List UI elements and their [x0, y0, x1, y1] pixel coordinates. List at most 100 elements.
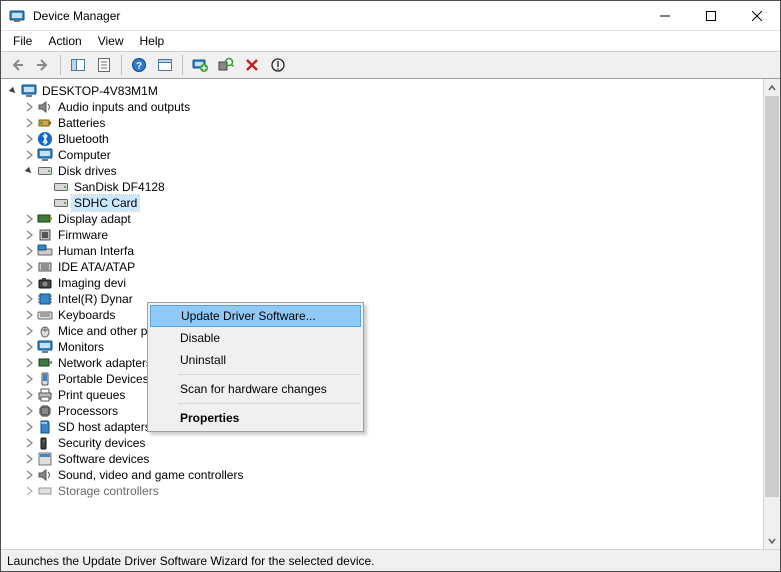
- expander-closed-icon[interactable]: [21, 403, 37, 419]
- tree-item-intel-dynamic[interactable]: Intel(R) Dynar: [5, 291, 763, 307]
- vertical-scrollbar[interactable]: [763, 79, 780, 549]
- tree-item-computer[interactable]: Computer: [5, 147, 763, 163]
- device-tree[interactable]: DESKTOP-4V83M1M Audio inputs and outputs: [1, 79, 763, 549]
- tree-item-label: SD host adapters: [56, 419, 153, 435]
- context-menu-disable[interactable]: Disable: [150, 327, 361, 349]
- expander-closed-icon[interactable]: [21, 211, 37, 227]
- keyboard-icon: [37, 307, 53, 323]
- tree-item-processors[interactable]: Processors: [5, 403, 763, 419]
- expander-open-icon[interactable]: [5, 83, 21, 99]
- tree-item-label: Sound, video and game controllers: [56, 467, 245, 483]
- tree-item-bluetooth[interactable]: Bluetooth: [5, 131, 763, 147]
- expander-open-icon[interactable]: [21, 163, 37, 179]
- tree-item-print-queues[interactable]: Print queues: [5, 387, 763, 403]
- tree-root[interactable]: DESKTOP-4V83M1M: [5, 83, 763, 99]
- computer-icon: [37, 147, 53, 163]
- expander-closed-icon[interactable]: [21, 467, 37, 483]
- help-button[interactable]: ?: [127, 53, 151, 77]
- tree-item-imaging[interactable]: Imaging devi: [5, 275, 763, 291]
- minimize-button[interactable]: [642, 1, 688, 30]
- tree-item-keyboards[interactable]: Keyboards: [5, 307, 763, 323]
- menu-view[interactable]: View: [90, 32, 132, 50]
- computer-icon: [21, 83, 37, 99]
- update-driver-button[interactable]: [188, 53, 212, 77]
- expander-closed-icon[interactable]: [21, 483, 37, 499]
- tree-item-label: Bluetooth: [56, 131, 111, 147]
- tree-item-batteries[interactable]: Batteries: [5, 115, 763, 131]
- context-menu-separator: [178, 403, 360, 404]
- expander-closed-icon[interactable]: [21, 259, 37, 275]
- tree-item-sandisk[interactable]: SanDisk DF4128: [5, 179, 763, 195]
- camera-icon: [37, 275, 53, 291]
- scrollbar-thumb[interactable]: [765, 96, 779, 497]
- expander-closed-icon[interactable]: [21, 387, 37, 403]
- context-menu-item-label: Uninstall: [180, 353, 226, 367]
- tree-item-ide[interactable]: IDE ATA/ATAP: [5, 259, 763, 275]
- expander-closed-icon[interactable]: [21, 435, 37, 451]
- expander-closed-icon[interactable]: [21, 339, 37, 355]
- tree-item-mice[interactable]: Mice and other pointing devices: [5, 323, 763, 339]
- tree-item-label: Intel(R) Dynar: [56, 291, 135, 307]
- tree-item-security[interactable]: Security devices: [5, 435, 763, 451]
- menu-help[interactable]: Help: [132, 32, 173, 50]
- tree-item-firmware[interactable]: Firmware: [5, 227, 763, 243]
- network-icon: [37, 355, 53, 371]
- context-menu-properties[interactable]: Properties: [150, 407, 361, 429]
- disk-drive-icon: [53, 195, 69, 211]
- tree-item-sd-host[interactable]: SD host adapters: [5, 419, 763, 435]
- close-button[interactable]: [734, 1, 780, 30]
- expander-closed-icon[interactable]: [21, 275, 37, 291]
- show-hidden-devices-button[interactable]: [153, 53, 177, 77]
- context-menu-item-label: Properties: [180, 411, 239, 425]
- back-button[interactable]: [5, 53, 29, 77]
- scroll-down-button[interactable]: [764, 532, 780, 549]
- content-area: DESKTOP-4V83M1M Audio inputs and outputs: [1, 79, 780, 549]
- expander-closed-icon[interactable]: [21, 227, 37, 243]
- expander-closed-icon[interactable]: [21, 115, 37, 131]
- toolbar: ?: [1, 51, 780, 79]
- tree-item-label: Print queues: [56, 387, 127, 403]
- context-menu-scan[interactable]: Scan for hardware changes: [150, 378, 361, 400]
- tree-item-display-adapters[interactable]: Display adapt: [5, 211, 763, 227]
- tree-item-software-devices[interactable]: Software devices: [5, 451, 763, 467]
- scan-hardware-button[interactable]: [214, 53, 238, 77]
- expander-closed-icon[interactable]: [21, 323, 37, 339]
- uninstall-button[interactable]: [240, 53, 264, 77]
- tree-item-storage-controllers[interactable]: Storage controllers: [5, 483, 763, 499]
- tree-item-label: Processors: [56, 403, 120, 419]
- expander-closed-icon[interactable]: [21, 419, 37, 435]
- tree-item-portable-devices[interactable]: Portable Devices: [5, 371, 763, 387]
- expander-closed-icon[interactable]: [21, 355, 37, 371]
- storage-controller-icon: [37, 483, 53, 499]
- tree-item-sdhc-card[interactable]: SDHC Card: [5, 195, 763, 211]
- menu-action[interactable]: Action: [40, 32, 89, 50]
- forward-button[interactable]: [31, 53, 55, 77]
- tree-item-label: Human Interfa: [56, 243, 136, 259]
- tree-item-sound[interactable]: Sound, video and game controllers: [5, 467, 763, 483]
- expander-closed-icon[interactable]: [21, 291, 37, 307]
- maximize-button[interactable]: [688, 1, 734, 30]
- scroll-up-button[interactable]: [764, 79, 780, 96]
- menu-file[interactable]: File: [5, 32, 40, 50]
- expander-closed-icon[interactable]: [21, 147, 37, 163]
- tree-item-monitors[interactable]: Monitors: [5, 339, 763, 355]
- expander-closed-icon[interactable]: [21, 307, 37, 323]
- tree-item-hid[interactable]: Human Interfa: [5, 243, 763, 259]
- expander-closed-icon[interactable]: [21, 99, 37, 115]
- show-hide-console-tree-button[interactable]: [66, 53, 90, 77]
- expander-closed-icon[interactable]: [21, 371, 37, 387]
- expander-closed-icon[interactable]: [21, 243, 37, 259]
- context-menu-uninstall[interactable]: Uninstall: [150, 349, 361, 371]
- tree-item-disk-drives[interactable]: Disk drives: [5, 163, 763, 179]
- tree-item-label: Storage controllers: [56, 483, 161, 499]
- expander-closed-icon[interactable]: [21, 131, 37, 147]
- context-menu-update-driver[interactable]: Update Driver Software...: [150, 305, 361, 327]
- tree-item-network-adapters[interactable]: Network adapters: [5, 355, 763, 371]
- expander-closed-icon[interactable]: [21, 451, 37, 467]
- tree-item-audio[interactable]: Audio inputs and outputs: [5, 99, 763, 115]
- scrollbar-track[interactable]: [764, 96, 780, 532]
- properties-button[interactable]: [92, 53, 116, 77]
- tree-item-label: SDHC Card: [72, 195, 139, 211]
- tree-item-label: Computer: [56, 147, 113, 163]
- disable-button[interactable]: [266, 53, 290, 77]
